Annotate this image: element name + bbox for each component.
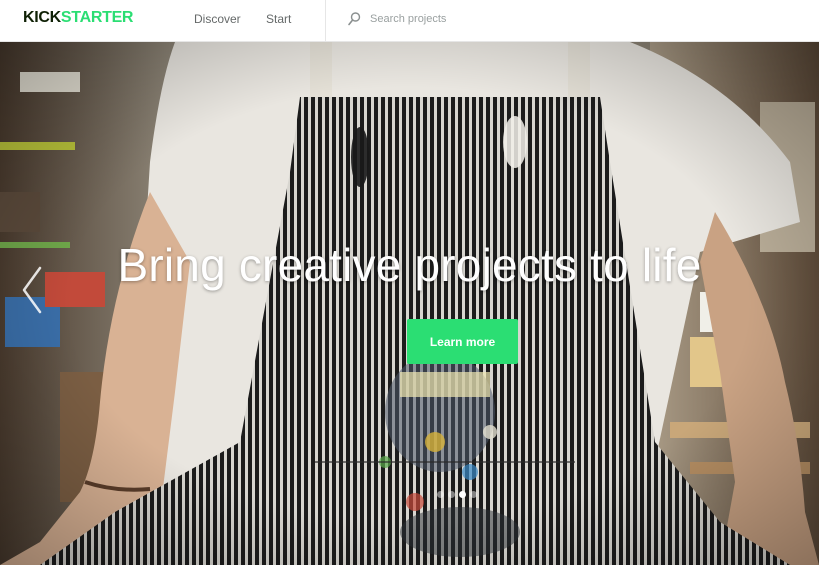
logo-starter: STARTER <box>60 9 134 26</box>
slide-dot-2[interactable] <box>448 491 455 498</box>
site-header: KICKSTARTER Discover Start <box>0 0 819 42</box>
kickstarter-logo[interactable]: KICKSTARTER <box>23 9 134 27</box>
hero-background-image <box>0 42 819 565</box>
slide-dot-3-active[interactable] <box>459 491 466 498</box>
search-icon[interactable] <box>346 11 362 27</box>
slide-dot-1[interactable] <box>437 491 444 498</box>
nav-discover-link[interactable]: Discover <box>194 12 241 26</box>
header-divider <box>325 0 326 42</box>
nav-start-link[interactable]: Start <box>266 12 291 26</box>
hero-headline: Bring creative projects to life <box>117 239 702 291</box>
hero-banner: Bring creative projects to life Learn mo… <box>0 42 819 565</box>
chevron-left-icon[interactable] <box>18 264 46 316</box>
search-box[interactable] <box>346 11 646 31</box>
search-input[interactable] <box>370 11 630 27</box>
logo-kick: KICK <box>23 9 61 26</box>
slide-dot-4[interactable] <box>470 491 477 498</box>
learn-more-button[interactable]: Learn more <box>407 319 518 364</box>
